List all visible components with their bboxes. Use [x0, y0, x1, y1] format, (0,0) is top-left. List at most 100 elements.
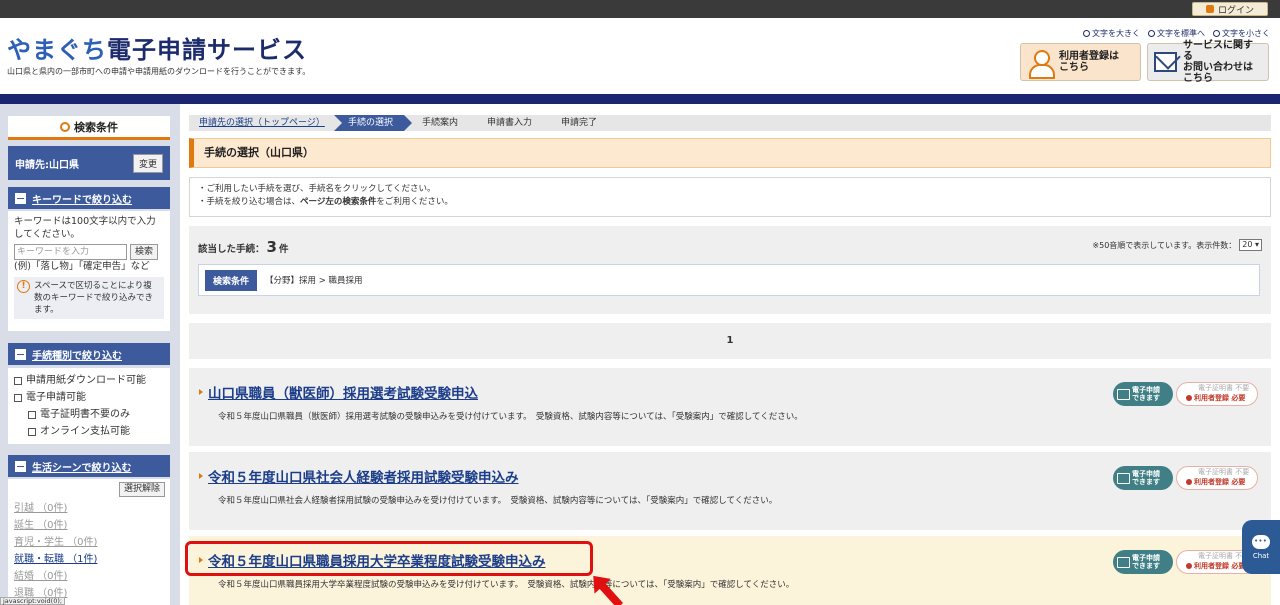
requirements-badge: 電子証明書 不要 利用者登録 必要	[1176, 382, 1258, 406]
font-larger-link[interactable]: 文字を大きく	[1083, 28, 1140, 39]
status-bar: javascript:void(0);	[0, 597, 66, 605]
procedure-description: 令和５年度山口県職員採用大学卒業程度試験の受験申込みを受け付けています。 受験資…	[218, 580, 795, 590]
result-count-label: 該当した手続：	[198, 244, 265, 255]
badge-text: 電子申請	[1132, 386, 1160, 394]
destination-label: 申請先:山口県	[15, 159, 79, 171]
requirements-badge: 電子証明書 不要利用者登録 必要	[1176, 466, 1258, 490]
type-section-toggle[interactable]: 手続種別で絞り込む	[8, 343, 170, 365]
collapse-icon	[15, 348, 26, 360]
main-content: 申請先の選択（トップページ） 手続の選択 手続案内 申請書入力 申請完了 手続の…	[180, 104, 1280, 605]
keyword-section-title: キーワードで絞り込む	[32, 194, 132, 206]
search-conditions-title: 検索条件	[74, 120, 118, 134]
logo-prefix: やまぐち	[7, 36, 107, 64]
font-smaller-label: 文字を小さく	[1222, 29, 1270, 38]
result-count: 該当した手続： 3 件	[198, 238, 288, 256]
keyword-section-toggle[interactable]: キーワードで絞り込む	[8, 187, 170, 209]
result-count-value: 3	[266, 238, 277, 256]
page-size-select[interactable]: 20 ▾	[1239, 239, 1262, 251]
step-complete: 申請完了	[561, 118, 598, 128]
applied-conditions: 検索条件 【分野】採用 > 職員採用	[198, 264, 1260, 296]
procedure-title-link[interactable]: 山口県職員（獣医師）採用選考試験受験申込	[199, 382, 478, 402]
procedure-card: 山口県職員（獣医師）採用選考試験受験申込 令和５年度山口県職員（獣医師）採用選考…	[189, 368, 1271, 446]
e-apply-badge: 電子申請 できます	[1113, 382, 1173, 406]
life-item-marriage[interactable]: 結婚 （0件)	[14, 568, 164, 585]
life-section-toggle[interactable]: 生活シーンで絞り込む	[8, 455, 170, 477]
step-form-input: 申請書入力	[469, 115, 551, 131]
chat-button[interactable]: Chat	[1242, 520, 1280, 574]
clear-selection-button[interactable]: 選択解除	[118, 482, 165, 497]
life-scene-panel: 選択解除 引越 （0件) 誕生 （0件) 育児・学生 （0件) 就職・転職 （1…	[8, 479, 170, 605]
checkbox[interactable]	[28, 427, 36, 436]
arrow-icon	[199, 389, 203, 395]
badge-text: できます	[1132, 394, 1160, 402]
page-number[interactable]: 1	[727, 335, 734, 346]
procedure-title: 山口県職員（獣医師）採用選考試験受験申込	[208, 386, 478, 402]
procedure-title-link[interactable]: 令和５年度山口県社会人経験者採用試験受験申込み	[199, 466, 519, 486]
font-smaller-link[interactable]: 文字を小さく	[1213, 28, 1270, 39]
computer-icon	[1117, 556, 1130, 568]
registration-required: 利用者登録 必要	[1194, 478, 1246, 486]
change-destination-button[interactable]: 変更	[132, 153, 163, 173]
procedure-title: 令和５年度山口県社会人経験者採用試験受験申込み	[208, 470, 519, 486]
keyword-input[interactable]: キーワードを入力	[14, 244, 127, 260]
checkbox[interactable]	[14, 393, 22, 402]
page-title: 手続の選択（山口県）	[189, 138, 1271, 168]
user-icon	[1186, 479, 1192, 485]
keyword-search-button[interactable]: 検索	[130, 244, 158, 260]
login-button[interactable]: ログイン	[1192, 2, 1268, 16]
type-option-online-pay[interactable]: オンライン支払可能	[14, 423, 164, 440]
keyword-help: キーワードは100文字以内で入力してください。	[14, 216, 156, 240]
procedure-description: 令和５年度山口県職員（獣医師）採用選考試験の受験申込みを受け付けています。 受験…	[218, 412, 803, 422]
procedure-card-highlighted: 令和５年度山口県職員採用大学卒業程度試験受験申込み 令和５年度山口県職員採用大学…	[189, 536, 1271, 605]
step-select-procedure: 手続の選択	[334, 115, 412, 131]
step-procedure-guide: 手続案内	[404, 115, 477, 131]
cert-not-required: 電子証明書 不要	[1198, 384, 1250, 392]
life-item-employment[interactable]: 就職・転職 （1件)	[14, 551, 164, 568]
checkbox[interactable]	[28, 410, 36, 419]
site-logo[interactable]: やまぐち電子申請サービス	[7, 30, 307, 65]
type-option-label: 申請用紙ダウンロード可能	[26, 375, 146, 386]
top-bar: ログイン	[0, 0, 1280, 18]
user-icon	[1186, 563, 1192, 569]
user-registration-button[interactable]: 利用者登録は こちら	[1020, 43, 1141, 81]
type-option-no-cert[interactable]: 電子証明書不要のみ	[14, 406, 164, 423]
font-size-controls: 文字を大きく 文字を標準へ 文字を小さく	[1083, 28, 1270, 39]
type-option-download[interactable]: 申請用紙ダウンロード可能	[14, 372, 164, 389]
font-normal-link[interactable]: 文字を標準へ	[1148, 28, 1205, 39]
registration-line1: 利用者登録は	[1059, 51, 1119, 62]
zoom-out-icon	[1213, 30, 1220, 37]
collapse-icon	[15, 192, 26, 204]
destination-panel: 申請先:山口県 変更	[8, 146, 170, 180]
life-item-moving[interactable]: 引越 （0件)	[14, 500, 164, 517]
inquiry-label: サービスに関する お問い合わせはこちら	[1183, 40, 1262, 84]
conditions-label: 検索条件	[205, 269, 258, 291]
keyword-note: ! スペースで区切ることにより複数のキーワードで絞り込みできます。	[14, 277, 164, 319]
badge-text: できます	[1132, 562, 1160, 570]
checkbox[interactable]	[14, 376, 22, 385]
life-item-birth[interactable]: 誕生 （0件)	[14, 517, 164, 534]
procedure-description: 令和５年度山口県社会人経験者採用試験の受験申込みを受け付けています。 受験資格、…	[218, 496, 778, 506]
inquiry-button[interactable]: サービスに関する お問い合わせはこちら	[1147, 40, 1269, 84]
keyword-note-text: スペースで区切ることにより複数のキーワードで絞り込みできます。	[34, 281, 154, 315]
search-conditions-heading: 検索条件	[8, 116, 170, 140]
user-icon	[1186, 395, 1192, 401]
chat-label: Chat	[1252, 551, 1270, 560]
pagination: 1	[189, 323, 1271, 359]
arrow-icon	[199, 473, 203, 479]
zoom-in-icon	[1083, 30, 1090, 37]
sort-note: ※50音順で表示しています。表示件数： 20 ▾	[1092, 239, 1262, 251]
badge-text: 電子申請	[1132, 470, 1160, 478]
computer-icon	[1117, 472, 1130, 484]
type-option-e-apply[interactable]: 電子申請可能	[14, 389, 164, 406]
result-summary: 該当した手続： 3 件 ※50音順で表示しています。表示件数： 20 ▾ 検索条…	[189, 226, 1271, 314]
type-option-label: 電子証明書不要のみ	[40, 409, 130, 420]
site-header: やまぐち電子申請サービス 山口県と県内の一部市町への申請や申請用紙のダウンロード…	[0, 18, 1280, 94]
type-option-label: 電子申請可能	[26, 392, 86, 403]
cert-not-required: 電子証明書 不要	[1198, 468, 1250, 476]
procedure-title-link[interactable]: 令和５年度山口県職員採用大学卒業程度試験受験申込み	[199, 550, 546, 570]
search-icon	[60, 121, 70, 132]
step-select-destination[interactable]: 申請先の選択（トップページ）	[189, 115, 342, 131]
e-apply-badge: 電子申請 できます	[1113, 466, 1173, 490]
life-item-childcare[interactable]: 育児・学生 （0件)	[14, 534, 164, 551]
sort-note-text: ※50音順で表示しています。表示件数：	[1092, 240, 1237, 250]
